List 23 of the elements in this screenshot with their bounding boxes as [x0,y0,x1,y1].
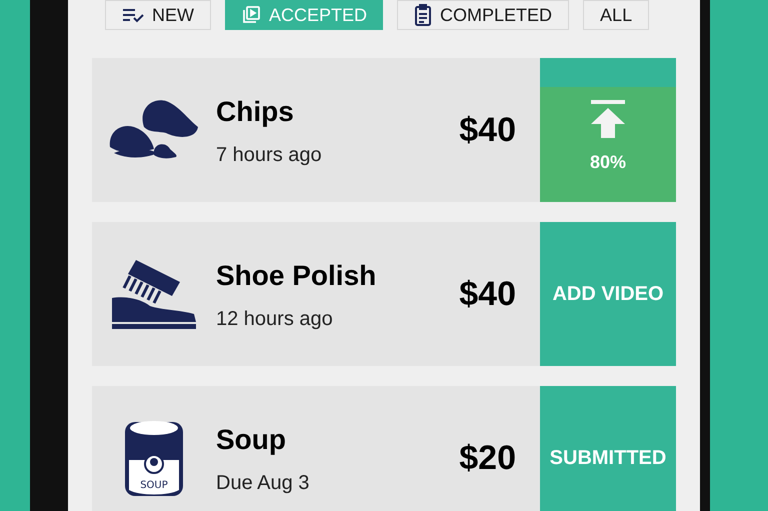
job-card[interactable]: Chips 7 hours ago $40 80% [92,58,676,202]
can-label: SOUP [140,480,168,491]
job-price: $40 [459,110,516,150]
shoe-brush-icon [110,258,198,330]
job-time: Due Aug 3 [216,471,310,496]
job-price: $20 [459,438,516,478]
job-title: Soup [216,423,287,457]
clipboard-icon [414,4,432,26]
checklist-icon [122,7,144,23]
job-card[interactable]: Shoe Polish 12 hours ago $40 ADD VIDEO [92,222,676,366]
job-price: $40 [459,274,516,314]
filter-tab[interactable]: NEW [105,0,211,30]
job-time: 7 hours ago [216,143,323,168]
job-title: Shoe Polish [216,259,378,293]
video-library-icon [241,5,261,25]
submitted-status: SUBMITTED [540,386,676,511]
upload-icon [589,100,627,140]
job-card[interactable]: SOUP Soup Due Aug 3 $20 SUBMITTED [92,386,676,511]
filter-tab[interactable]: COMPLETED [397,0,570,30]
filter-tab[interactable]: ALL [583,0,650,30]
job-time: 12 hours ago [216,307,334,332]
job-title: Chips [216,95,295,129]
progress-percent: 80% [590,151,626,174]
